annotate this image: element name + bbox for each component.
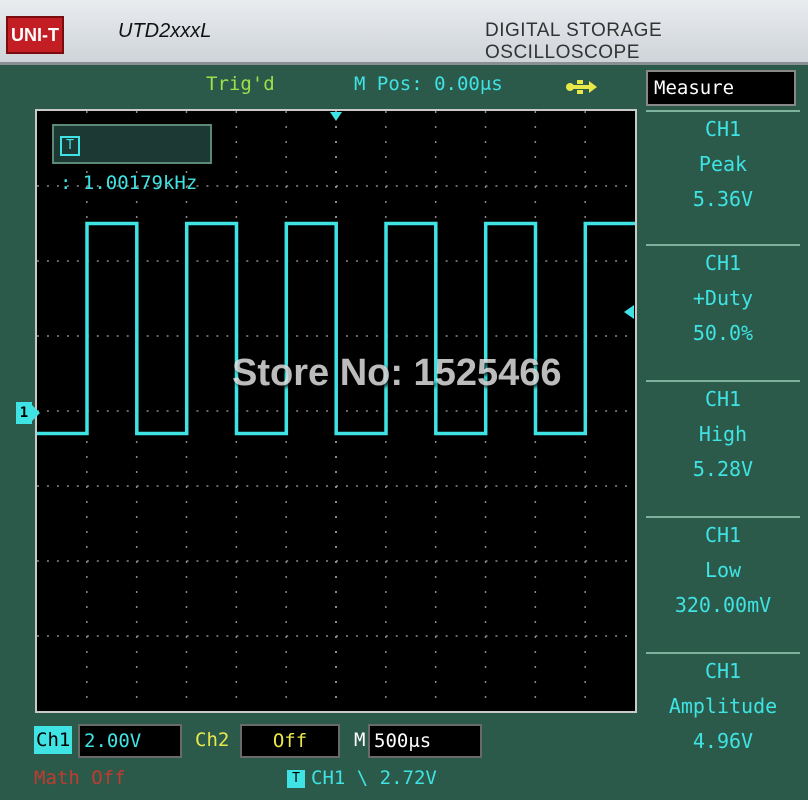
trigger-settings: CH1 \ 2.72V xyxy=(311,767,437,789)
trigger-status: Trig'd xyxy=(206,73,275,95)
measure-low[interactable]: CH1 Low 320.00mV xyxy=(646,516,800,650)
ch1-label[interactable]: Ch1 xyxy=(34,726,73,754)
ch1-scale: 2.00V xyxy=(78,724,182,758)
frequency-readout: T: 1.00179kHz xyxy=(52,124,212,194)
measure-name: Amplitude xyxy=(668,694,778,718)
trigger-info: T CH1 \ 2.72V xyxy=(287,764,437,792)
trigger-t-icon: T xyxy=(287,769,305,788)
ch2-label[interactable]: Ch2 xyxy=(195,726,229,754)
timebase-value: 500μs xyxy=(368,724,482,758)
usb-icon xyxy=(566,80,597,94)
measure-name: High xyxy=(698,422,748,446)
trigger-t-icon: T xyxy=(60,135,80,156)
measure-amplitude[interactable]: CH1 Amplitude 4.96V xyxy=(646,652,800,786)
measure-name: Peak xyxy=(698,152,748,176)
frequency-value: 1.00179kHz xyxy=(82,172,198,194)
measure-value: 50.0% xyxy=(692,321,754,345)
measure-value: 320.00mV xyxy=(674,593,772,617)
measure-name: Low xyxy=(704,558,742,582)
measure-value: 5.28V xyxy=(692,457,754,481)
ch1-waveform-trace xyxy=(37,221,635,436)
measure-menu-title[interactable]: Measure xyxy=(646,70,796,106)
timebase-label: M xyxy=(354,729,366,751)
measure-channel: CH1 xyxy=(704,117,742,141)
trigger-position-marker xyxy=(330,112,342,121)
measure-channel: CH1 xyxy=(704,251,742,275)
device-title: DIGITAL STORAGE OSCILLOSCOPE xyxy=(485,20,663,63)
trigger-level-marker xyxy=(624,305,634,319)
measure-channel: CH1 xyxy=(704,523,742,547)
measure-name: +Duty xyxy=(692,286,754,310)
measure-peak[interactable]: CH1 Peak 5.36V xyxy=(646,110,800,244)
memory-position: M Pos: 0.00μs xyxy=(354,73,503,95)
model-name: UTD2xxxL xyxy=(118,20,212,42)
watermark: Store No: 1525466 xyxy=(232,352,562,394)
measure-value: 5.36V xyxy=(692,187,754,211)
brand-logo: UNI-T xyxy=(6,16,64,54)
channel-1-marker: 1 xyxy=(16,402,40,424)
measure-duty[interactable]: CH1 +Duty 50.0% xyxy=(646,244,800,378)
oscilloscope-screen: UNI-T UTD2xxxL DIGITAL STORAGE OSCILLOSC… xyxy=(0,0,808,800)
measure-high[interactable]: CH1 High 5.28V xyxy=(646,380,800,514)
math-status: Math Off xyxy=(34,767,126,789)
title-bar: UNI-T UTD2xxxL DIGITAL STORAGE OSCILLOSC… xyxy=(0,0,808,65)
measure-channel: CH1 xyxy=(704,387,742,411)
measure-channel: CH1 xyxy=(704,659,742,683)
ch2-scale: Off xyxy=(240,724,340,758)
measure-value: 4.96V xyxy=(692,729,754,753)
